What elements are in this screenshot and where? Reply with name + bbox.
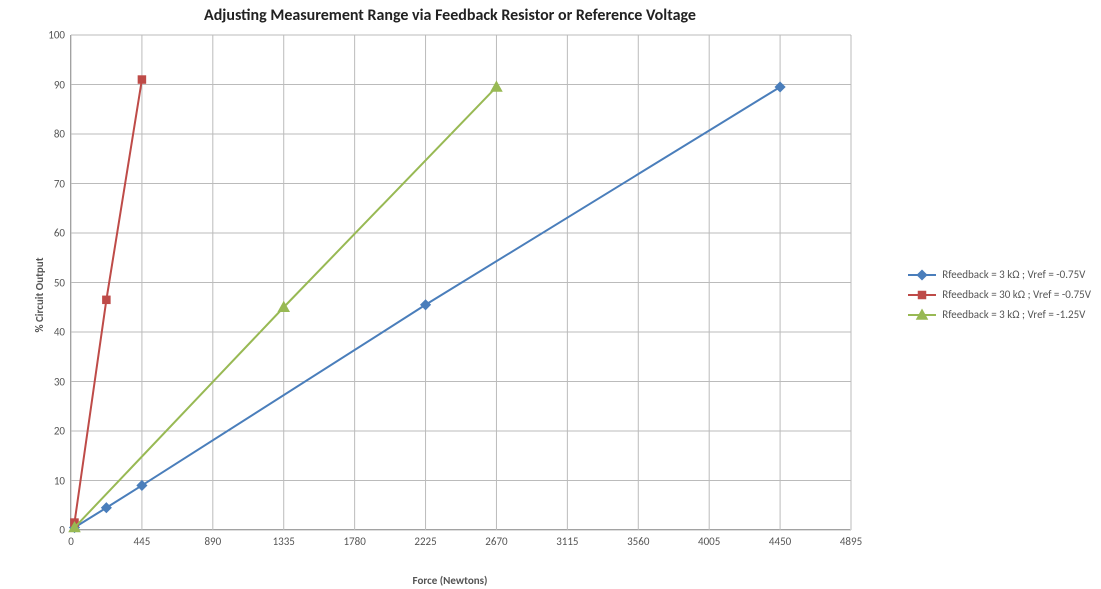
x-tick-label: 1780 (343, 529, 365, 548)
chart-container: Adjusting Measurement Range via Feedback… (0, 0, 1101, 589)
legend-item-0: Rfeedback = 3 kΩ ; Vref = -0.75V (908, 268, 1091, 282)
plot-area: 0102030405060708090100044589013351780222… (70, 35, 850, 530)
y-tick-label: 30 (35, 375, 71, 388)
y-axis-label: % Circuit Output (33, 257, 46, 332)
diamond-marker (918, 270, 927, 279)
x-tick-label: 890 (204, 529, 221, 548)
y-tick-label: 0 (35, 524, 71, 537)
x-axis-label: Force (Newtons) (0, 574, 900, 587)
chart-title: Adjusting Measurement Range via Feedback… (0, 6, 900, 25)
series-group (70, 76, 785, 532)
y-tick-label: 20 (35, 425, 71, 438)
y-tick-label: 100 (35, 29, 71, 42)
legend-label: Rfeedback = 3 kΩ ; Vref = -0.75V (942, 268, 1085, 281)
x-tick-label: 1335 (273, 529, 295, 548)
y-tick-label: 90 (35, 78, 71, 91)
legend-swatch (908, 308, 936, 322)
x-tick-label: 445 (134, 529, 151, 548)
x-tick-label: 2225 (414, 529, 436, 548)
legend: Rfeedback = 3 kΩ ; Vref = -0.75V Rfeedbac… (908, 262, 1091, 328)
triangle-marker (491, 82, 501, 91)
square-marker (103, 296, 110, 303)
y-tick-label: 50 (35, 276, 71, 289)
x-tick-label: 3560 (627, 529, 649, 548)
x-tick-label: 4450 (769, 529, 791, 548)
legend-label: Rfeedback = 30 kΩ ; Vref = -0.75V (942, 288, 1091, 301)
plot-svg (71, 35, 851, 530)
legend-item-2: Rfeedback = 3 kΩ ; Vref = -1.25V (908, 308, 1091, 322)
diamond-marker (776, 82, 785, 91)
legend-item-1: Rfeedback = 30 kΩ ; Vref = -0.75V (908, 288, 1091, 302)
y-tick-label: 10 (35, 474, 71, 487)
legend-label: Rfeedback = 3 kΩ ; Vref = -1.25V (942, 308, 1085, 321)
y-tick-label: 60 (35, 227, 71, 240)
y-tick-label: 40 (35, 326, 71, 339)
legend-swatch (908, 268, 936, 282)
x-tick-label: 2670 (485, 529, 507, 548)
square-marker (138, 76, 145, 83)
y-tick-label: 70 (35, 177, 71, 190)
y-tick-label: 80 (35, 128, 71, 141)
x-tick-label: 0 (68, 529, 74, 548)
x-tick-label: 4005 (698, 529, 720, 548)
x-tick-label: 3115 (556, 529, 578, 548)
x-tick-label: 4895 (840, 529, 862, 548)
square-marker (919, 291, 926, 298)
legend-swatch (908, 288, 936, 302)
